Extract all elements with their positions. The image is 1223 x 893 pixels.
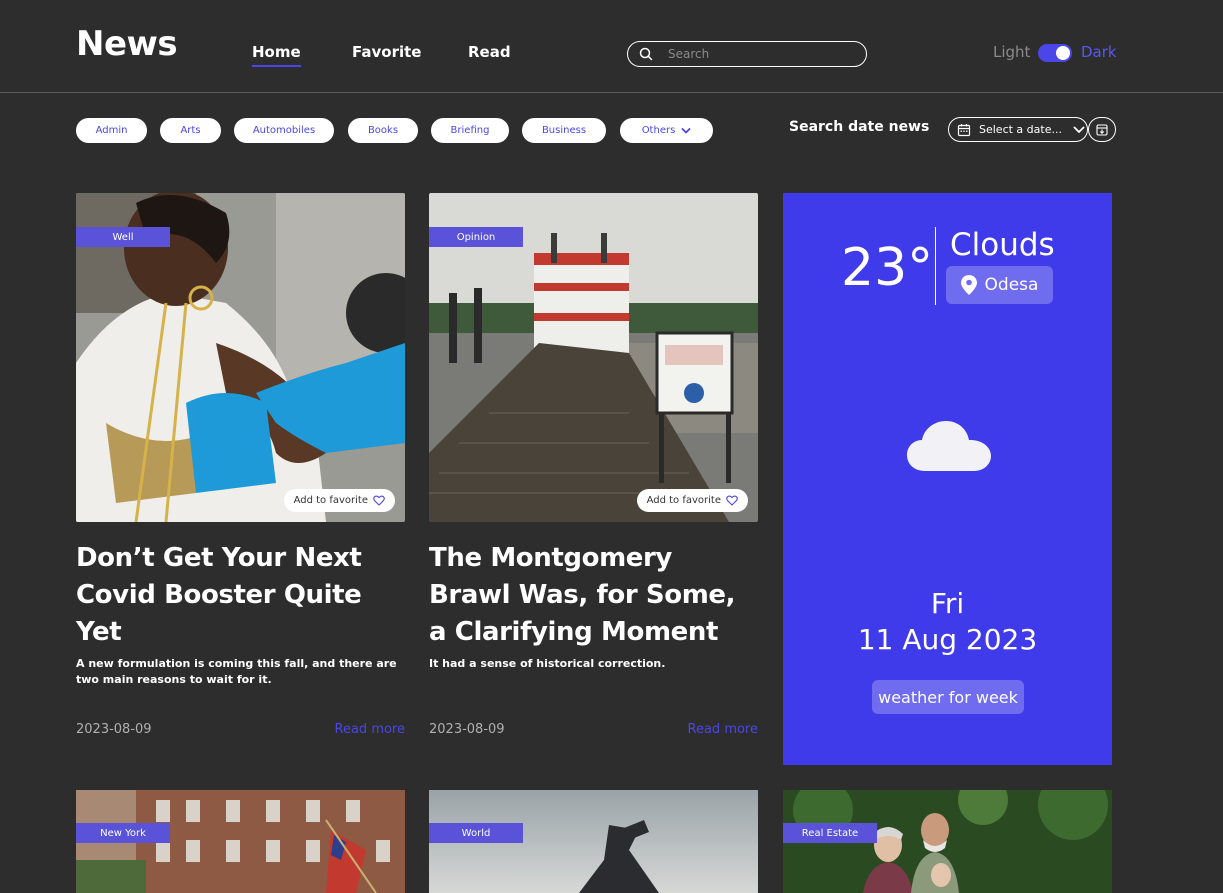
category-tag: New York <box>76 823 170 843</box>
search-input[interactable] <box>668 45 858 63</box>
nav-read[interactable]: Read <box>468 43 511 61</box>
search-date-label: Search date news <box>789 119 930 135</box>
category-tag: Well <box>76 227 170 247</box>
location-pin-icon <box>960 275 977 295</box>
weather-city: Odesa <box>984 275 1039 295</box>
weather-temperature: 23° <box>841 238 934 298</box>
category-chip-admin[interactable]: Admin <box>76 118 147 143</box>
weather-condition: Clouds <box>950 227 1055 263</box>
news-card: Well Add to favorite Don’t Get Your Next… <box>76 193 405 753</box>
weather-date: 11 Aug 2023 <box>857 623 1038 656</box>
search-icon <box>639 47 653 61</box>
news-title[interactable]: The Montgomery Brawl Was, for Some, a Cl… <box>429 540 758 651</box>
category-tag: Opinion <box>429 227 523 247</box>
news-card-image[interactable]: Real Estate <box>783 790 1112 893</box>
category-chip-briefing[interactable]: Briefing <box>431 118 509 143</box>
date-select[interactable]: Select a date... <box>948 117 1088 142</box>
chevron-down-icon <box>1073 126 1085 133</box>
news-description: It had a sense of historical correction. <box>429 657 666 670</box>
add-to-favorite-button[interactable]: Add to favorite <box>636 489 748 512</box>
weather-divider <box>935 227 936 305</box>
nav-home[interactable]: Home <box>252 43 301 67</box>
chip-label: Books <box>367 125 399 136</box>
news-date: 2023-08-09 <box>429 722 505 737</box>
favorite-label: Add to favorite <box>646 495 721 506</box>
category-chip-books[interactable]: Books <box>348 118 418 143</box>
chip-label: Automobiles <box>252 125 316 136</box>
heart-icon <box>726 495 738 506</box>
calendar-icon <box>957 123 971 136</box>
theme-dark-label: Dark <box>1081 43 1117 61</box>
news-card-image[interactable]: New York <box>76 790 405 893</box>
theme-toggle[interactable] <box>1038 44 1072 62</box>
category-tag: Real Estate <box>783 823 877 843</box>
category-chip-business[interactable]: Business <box>522 118 606 143</box>
cloud-icon <box>907 421 991 471</box>
news-card: Opinion Add to favorite The Montgomery B… <box>429 193 758 753</box>
news-card-image[interactable]: World <box>429 790 758 893</box>
chip-label: Admin <box>95 125 128 136</box>
header: News Home Favorite Read Light Dark <box>0 0 1223 93</box>
category-chip-automobiles[interactable]: Automobiles <box>234 118 334 143</box>
heart-icon <box>373 495 385 506</box>
date-select-value: Select a date... <box>979 123 1062 136</box>
news-description: A new formulation is coming this fall, a… <box>76 657 397 686</box>
chip-label: Briefing <box>450 125 490 136</box>
search-box[interactable] <box>627 41 867 67</box>
read-more-link[interactable]: Read more <box>335 722 405 737</box>
chip-label: Others <box>641 125 676 136</box>
weather-widget: 23° Clouds Odesa Fri 11 Aug 2023 weather… <box>783 193 1112 765</box>
weather-day: Fri <box>930 587 965 620</box>
category-chip-arts[interactable]: Arts <box>160 118 221 143</box>
news-title[interactable]: Don’t Get Your Next Covid Booster Quite … <box>76 540 405 651</box>
chip-label: Arts <box>180 125 201 136</box>
date-search-button[interactable] <box>1088 117 1116 142</box>
news-card-image[interactable]: Well Add to favorite <box>76 193 405 522</box>
category-chip-others[interactable]: Others <box>620 118 713 143</box>
add-to-favorite-button[interactable]: Add to favorite <box>283 489 395 512</box>
news-date: 2023-08-09 <box>76 722 152 737</box>
read-more-link[interactable]: Read more <box>688 722 758 737</box>
nav-favorite[interactable]: Favorite <box>352 43 421 61</box>
weather-city-badge[interactable]: Odesa <box>946 266 1053 304</box>
chevron-down-icon <box>681 127 691 133</box>
site-logo[interactable]: News <box>76 24 178 64</box>
chip-label: Business <box>541 125 587 136</box>
category-tag: World <box>429 823 523 843</box>
calendar-download-icon <box>1096 123 1108 136</box>
favorite-label: Add to favorite <box>293 495 368 506</box>
theme-light-label: Light <box>993 43 1031 61</box>
weather-for-week-button[interactable]: weather for week <box>872 680 1024 714</box>
news-card-image[interactable]: Opinion Add to favorite <box>429 193 758 522</box>
theme-toggle-knob <box>1056 46 1070 60</box>
